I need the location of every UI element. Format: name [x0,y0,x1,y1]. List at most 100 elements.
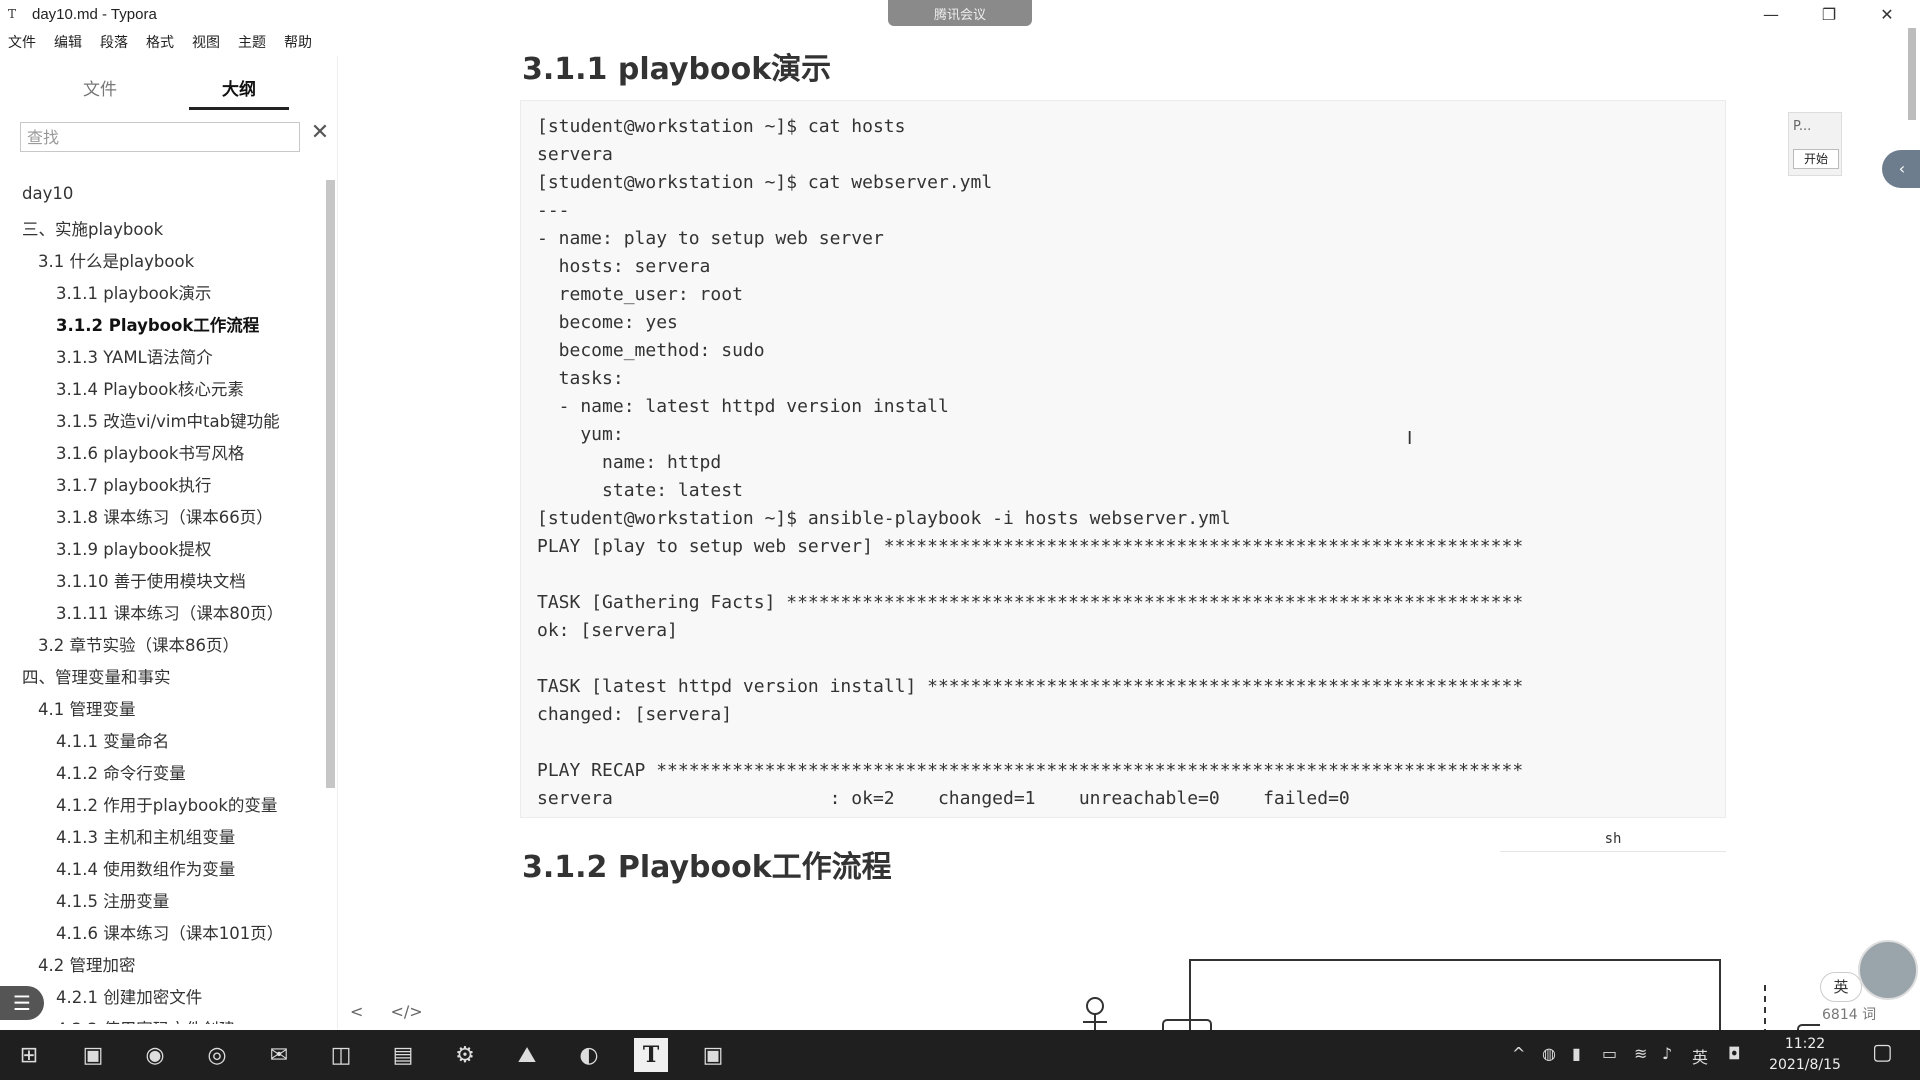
meeting-badge[interactable]: 腾讯会议 [888,0,1032,26]
image-app-2-icon[interactable]: ▣ [696,1038,730,1072]
code-line: - name: latest httpd version install [537,396,949,417]
wifi-icon[interactable]: ≋ [1634,1044,1647,1063]
outline-item[interactable]: 4.1.2 命令行变量 [56,760,186,784]
menu-item[interactable]: 编辑 [54,32,82,52]
clock-time: 11:22 [1784,1036,1826,1052]
outline-item[interactable]: 3.1.1 playbook演示 [56,280,211,304]
outline-item[interactable]: 3.1.9 playbook提权 [56,536,211,560]
tab-files[interactable]: 文件 [50,70,150,110]
sidebar-toggle-icon[interactable]: ☰ [0,986,44,1020]
outline-scrollbar[interactable] [326,180,335,788]
network-status-icon[interactable]: ◍ [1542,1044,1556,1063]
volume-icon[interactable]: ♪ [1662,1044,1672,1063]
outline-item[interactable]: 3.1.6 playbook书写风格 [56,440,244,464]
outline-item[interactable]: 3.1.10 善于使用模块文档 [56,568,246,592]
steam-icon[interactable]: ⚙ [448,1038,482,1072]
menu-item[interactable]: 文件 [8,32,36,52]
outline-item[interactable]: 三、实施playbook [22,216,163,240]
outline-item[interactable]: 4.2.1 创建加密文件 [56,984,202,1008]
code-block[interactable]: [student@workstation ~]$ cat hosts server… [520,100,1726,818]
search-input[interactable] [20,122,300,152]
heading-playbook-demo: 3.1.1 playbook演示 [522,52,832,87]
code-line: TASK [Gathering Facts] *****************… [537,592,1524,613]
close-button[interactable]: ✕ [1864,0,1910,28]
tray-chevron-icon[interactable]: ^ [1512,1044,1525,1063]
code-line: state: latest [537,480,743,501]
menu-bar: 文件 编辑 段落 格式 视图 主题 帮助 [0,30,322,54]
minimize-button[interactable]: — [1748,0,1794,28]
window-app-icon[interactable]: ◫ [324,1038,358,1072]
floating-recorder-widget: P... 开始 [1788,112,1842,176]
sidebar: 文件 大纲 ✕ day10 三、实施playbook 3.1 什么是playbook… [0,56,338,1030]
outline-item[interactable]: 四、管理变量和事实 [22,664,171,688]
code-line: [student@workstation ~]$ cat webserver.y… [537,172,993,193]
source-code-toggle-icon[interactable]: </> [391,1002,423,1021]
outline-item[interactable]: 3.1.3 YAML语法简介 [56,344,213,368]
outline-item[interactable]: 4.1 管理变量 [38,696,136,720]
outline-item[interactable]: 3.1.5 改造vi/vim中tab键功能 [56,408,280,432]
avatar[interactable] [1858,940,1918,1000]
outline-item[interactable]: 3.1.11 课本练习（课本80页） [56,600,283,624]
code-line: - name: play to setup web server [537,228,884,249]
start-button[interactable]: 开始 [1793,149,1839,169]
outline-item[interactable]: 4.1.4 使用数组作为变量 [56,856,235,880]
outline-item[interactable]: day10 [22,184,73,203]
outline-item[interactable]: 4.1.3 主机和主机组变量 [56,824,235,848]
word-count[interactable]: 6814 词 [1822,1004,1876,1024]
code-line: hosts: servera [537,256,711,277]
code-line: [student@workstation ~]$ ansible-playboo… [537,508,1231,529]
editor-content[interactable]: 3.1.1 playbook演示 [student@workstation ~]… [340,30,1900,1030]
code-line: tasks: [537,368,624,389]
menu-item[interactable]: 帮助 [284,32,312,52]
outline-item[interactable]: 3.2 章节实验（课本86页） [38,632,239,656]
outline-item[interactable]: 3.1.4 Playbook核心元素 [56,376,244,400]
code-line: ok: [servera] [537,620,678,641]
outline-item[interactable]: 4.1.5 注册变量 [56,888,169,912]
outline-item[interactable]: 4.2.2 使用密码文件创建 [56,1016,235,1024]
menu-item[interactable]: 主题 [238,32,266,52]
code-lines: [student@workstation ~]$ cat hosts server… [537,113,1523,813]
circle-app-icon[interactable]: ◎ [200,1038,234,1072]
menu-item[interactable]: 段落 [100,32,128,52]
taskbar-clock[interactable]: 11:22 2021/8/15 [1760,1034,1850,1076]
menu-item[interactable]: 视图 [192,32,220,52]
code-line: PLAY [play to setup web server] ********… [537,536,1524,557]
notification-app-icon[interactable]: ◘ [1728,1044,1741,1063]
media-app-icon[interactable]: ◐ [572,1038,606,1072]
outline-item[interactable]: 4.1.6 课本练习（课本101页） [56,920,283,944]
typora-icon[interactable]: T [634,1038,668,1072]
taskbar: ⊞ ▣ ◉ ◎ ✉ ◫ ▤ ⚙ ⛰ ◐ T ▣ ^ ◍ ▮ ▭ ≋ ♪ 英 ◘ 11:22 2021… [0,1030,1920,1080]
windows-start-icon[interactable]: ⊞ [12,1038,46,1072]
image-app-icon[interactable]: ▣ [76,1038,110,1072]
outline-item[interactable]: 3.1.8 课本练习（课本66页） [56,504,273,528]
diagram-node-1 [1162,1019,1212,1030]
outline-item[interactable]: 4.2 管理加密 [38,952,136,976]
collapse-panel-icon[interactable]: ‹ [1882,150,1920,188]
editor-scrollbar[interactable] [1908,28,1916,120]
action-center-icon[interactable]: ▢ [1872,1040,1893,1065]
wechat-icon[interactable]: ✉ [262,1038,296,1072]
outline-item[interactable]: 4.1.2 作用于playbook的变量 [56,792,277,816]
restore-button[interactable]: ❐ [1806,0,1852,28]
outline-item[interactable]: 3.1.2 Playbook工作流程 [56,312,259,336]
code-language-input[interactable]: sh [1500,826,1726,852]
file-explorer-icon[interactable]: ▤ [386,1038,420,1072]
back-arrow-icon[interactable]: < [350,1002,363,1021]
code-line: changed: [servera] [537,704,733,725]
ime-indicator[interactable]: 英 [1820,972,1862,1002]
tab-outline[interactable]: 大纲 [189,70,289,110]
tray-ime-indicator[interactable]: 英 [1692,1044,1708,1068]
outline-item[interactable]: 4.1.1 变量命名 [56,728,169,752]
menu-item[interactable]: 格式 [146,32,174,52]
outline-item[interactable]: 3.1 什么是playbook [38,248,194,272]
close-icon[interactable]: ✕ [308,120,332,145]
photos-icon[interactable]: ⛰ [510,1038,544,1072]
microphone-icon[interactable]: ▮ [1572,1044,1581,1063]
typora-app-icon: T [8,7,17,21]
workflow-diagram [1083,959,1820,1030]
code-line: become_method: sudo [537,340,765,361]
battery-icon[interactable]: ▭ [1602,1044,1617,1063]
vivaldi-icon[interactable]: ◉ [138,1038,172,1072]
outline-item[interactable]: 3.1.7 playbook执行 [56,472,211,496]
